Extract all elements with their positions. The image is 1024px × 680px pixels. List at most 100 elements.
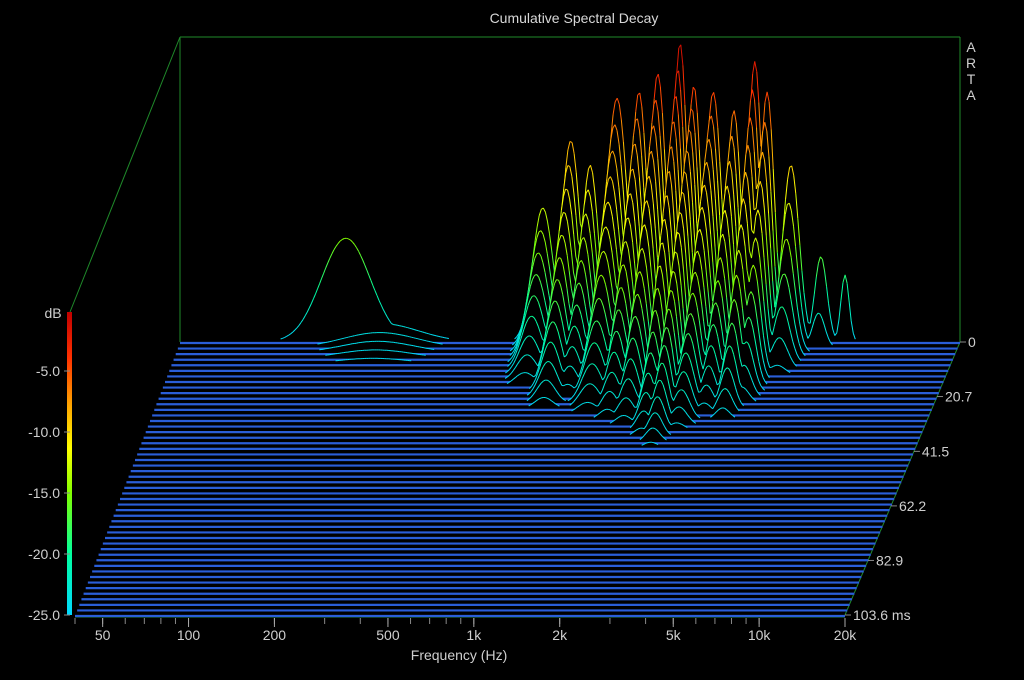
x-tick-label: 10k (748, 627, 772, 643)
colorbar (67, 312, 72, 615)
slice-contour (343, 337, 347, 339)
slice-contour (405, 326, 408, 329)
x-tick-label: 2k (552, 627, 568, 643)
slice-contour (426, 332, 429, 335)
slice-contour (409, 327, 413, 330)
slice-contour (415, 337, 419, 340)
slice-contour (672, 422, 676, 425)
slice-contour (335, 339, 339, 341)
z-tick-label: -25.0 (28, 607, 60, 623)
slice-contour (401, 325, 404, 328)
slice-contour (409, 336, 412, 338)
slice-contour (554, 300, 557, 302)
t-tick-label: 62.2 (899, 498, 926, 514)
slice-contour (413, 329, 417, 331)
z-tick-label: -5.0 (36, 363, 60, 379)
t-tick-label: 0 (968, 334, 976, 350)
t-tick-label: 41.5 (922, 443, 949, 459)
x-tick-label: 5k (666, 627, 682, 643)
slice-contour (558, 257, 561, 259)
slice-contour (704, 384, 707, 387)
slice-contour (350, 335, 353, 338)
x-axis-ticks: 50 100 200 500 1k 2k 5k 10k 20k (74, 618, 858, 643)
chart-title: Cumulative Spectral Decay (490, 10, 659, 26)
slice-contour (354, 334, 357, 337)
slice-contour (741, 386, 744, 389)
slice-contour (432, 334, 435, 336)
slice-contour (438, 335, 441, 338)
slice-fill (141, 428, 918, 445)
slice-contour (423, 339, 427, 342)
slice-contour (777, 364, 781, 367)
watermark-letter-1: A (966, 39, 976, 55)
watermark-letter-3: T (967, 71, 976, 87)
slice-contour (430, 333, 433, 336)
slice-contour (521, 372, 524, 374)
slice-contour (544, 397, 548, 399)
z-tick-label: -20.0 (28, 546, 60, 562)
slice-contour (417, 330, 421, 332)
decay-slices (75, 44, 960, 618)
watermark-letter-2: R (966, 55, 976, 71)
x-tick-label: 20k (834, 627, 858, 643)
slice-contour (422, 331, 425, 333)
watermark-letter-4: A (966, 87, 976, 103)
slice-contour (407, 327, 411, 329)
slice-contour (436, 335, 439, 337)
slice-contour (529, 315, 533, 318)
x-tick-label: 100 (177, 627, 201, 643)
slice-contour (411, 336, 414, 339)
slice-contour (341, 337, 345, 340)
slice-contour (333, 339, 337, 342)
slice-contour (419, 338, 423, 341)
x-tick-label: 500 (376, 627, 400, 643)
slice-contour (339, 338, 343, 340)
slice-contour (428, 333, 431, 335)
slice-contour (720, 407, 723, 409)
slice-contour (540, 397, 544, 399)
x-tick-label: 1k (466, 627, 482, 643)
slice-contour (327, 341, 330, 343)
slice-contour (420, 330, 423, 333)
slice-contour (589, 402, 593, 404)
slice-contour (411, 328, 415, 330)
slice-contour (413, 337, 417, 339)
slice-contour (421, 339, 425, 341)
x-tick-label: 50 (95, 627, 111, 643)
t-tick-label: 82.9 (876, 552, 903, 568)
slice-contour (424, 332, 427, 334)
slice-contour (403, 326, 406, 328)
slice-contour (337, 338, 341, 341)
z-axis-label: dB (44, 305, 61, 321)
slice-contour (568, 365, 571, 367)
slice-contour (345, 336, 349, 339)
slice-contour (348, 336, 351, 338)
frame-side-diagonal (69, 36, 181, 313)
slice-contour (651, 441, 655, 444)
slice-contour (567, 383, 571, 386)
csd-chart: Cumulative Spectral Decay A R T A dB -5.… (28, 10, 976, 663)
slice-contour (331, 340, 334, 342)
slice-contour (607, 408, 611, 411)
slice-contour (583, 402, 586, 404)
slice-contour (661, 362, 664, 365)
slice-contour (590, 363, 593, 365)
slice-contour (589, 383, 593, 385)
x-axis-label: Frequency (Hz) (411, 647, 507, 663)
z-tick-label: -10.0 (28, 424, 60, 440)
slice-contour (532, 295, 535, 297)
slice-contour (626, 378, 629, 380)
t-tick-label: 103.6 ms (853, 607, 911, 623)
slice-contour (430, 341, 433, 343)
slice-contour (346, 237, 349, 240)
slice-contour (773, 364, 776, 367)
slice-contour (407, 335, 410, 338)
slice-contour (415, 329, 419, 332)
slice-contour (434, 334, 437, 337)
slice-contour (658, 379, 662, 382)
slice-contour (698, 391, 701, 393)
slice-contour (403, 334, 406, 337)
slice-contour (704, 402, 707, 405)
t-tick-label: 20.7 (945, 389, 972, 405)
slice-contour (426, 340, 429, 342)
